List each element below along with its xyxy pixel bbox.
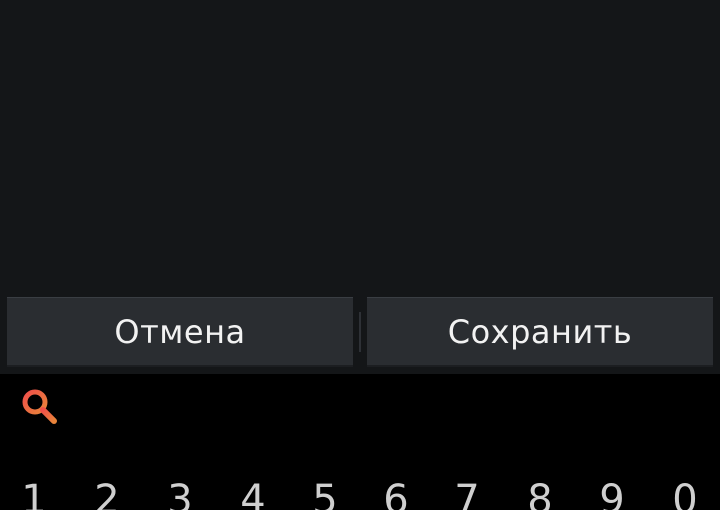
key-3[interactable]: 3 <box>150 480 210 510</box>
key-1[interactable]: 1 <box>4 480 64 510</box>
key-5[interactable]: 5 <box>295 480 355 510</box>
dialog-button-bar: Отмена Сохранить <box>0 290 720 374</box>
app-screen: Отмена Сохранить 1 2 3 4 5 6 7 8 9 0 <box>0 0 720 510</box>
keyboard-search-key[interactable] <box>14 384 66 430</box>
search-icon <box>22 389 57 424</box>
number-key-row: 1 2 3 4 5 6 7 8 9 0 <box>0 480 720 510</box>
key-8[interactable]: 8 <box>510 480 570 510</box>
key-2[interactable]: 2 <box>77 480 137 510</box>
key-0[interactable]: 0 <box>655 480 715 510</box>
save-button[interactable]: Сохранить <box>367 297 713 367</box>
key-6[interactable]: 6 <box>366 480 426 510</box>
button-divider <box>359 312 361 352</box>
soft-keyboard: 1 2 3 4 5 6 7 8 9 0 <box>0 374 720 510</box>
dialog-content-area <box>0 0 720 290</box>
key-4[interactable]: 4 <box>223 480 283 510</box>
key-9[interactable]: 9 <box>582 480 642 510</box>
cancel-button[interactable]: Отмена <box>7 297 353 367</box>
key-7[interactable]: 7 <box>437 480 497 510</box>
